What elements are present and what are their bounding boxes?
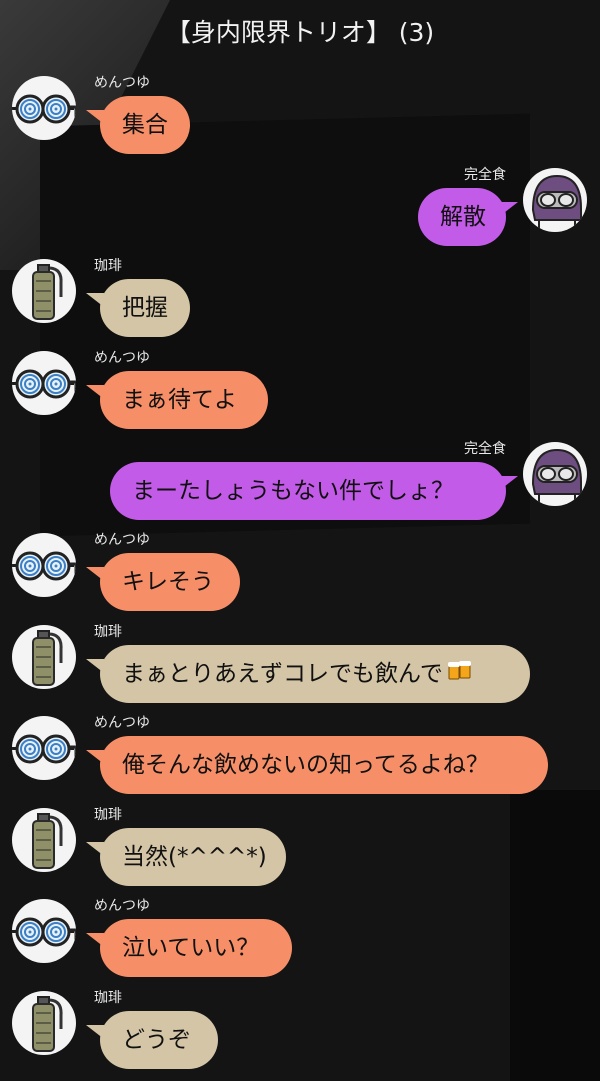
message-bubble[interactable]: 把握 <box>100 279 190 337</box>
message-row: 完全食まーたしょうもない件でしょ？ <box>0 441 600 532</box>
message-row: めんつゆキレそう <box>0 532 600 623</box>
message-row: 珈琲把握 <box>0 258 600 349</box>
message-text: 俺そんな飲めないの知ってるよね？ <box>122 752 489 778</box>
message-bubble[interactable]: まーたしょうもない件でしょ？ <box>110 462 506 520</box>
chat-title: 【身内限界トリオ】 (3) <box>165 18 435 47</box>
message-text: キレそう <box>122 569 214 595</box>
beer-mugs-icon <box>447 646 473 704</box>
sender-name: 完全食 <box>464 441 506 457</box>
sender-name: めんつゆ <box>94 350 150 366</box>
message-text: 把握 <box>122 295 168 321</box>
sender-name: 珈琲 <box>94 807 122 823</box>
message-bubble[interactable]: 解散 <box>418 188 506 246</box>
message-bubble[interactable]: 当然(*^^^*) <box>100 828 286 886</box>
message-row: めんつゆ泣いていい？ <box>0 898 600 989</box>
message-bubble[interactable]: 泣いていい？ <box>100 919 292 977</box>
message-text: 泣いていい？ <box>122 935 260 961</box>
goggle-helmet-icon[interactable] <box>523 168 587 232</box>
message-bubble[interactable]: まぁとりあえずコレでも飲んで <box>100 645 530 703</box>
sender-name: めんつゆ <box>94 898 150 914</box>
sender-name: めんつゆ <box>94 715 150 731</box>
message-row: 完全食解散 <box>0 167 600 258</box>
message-row: めんつゆ集合 <box>0 75 600 166</box>
message-text: まぁ待てよ <box>122 387 237 413</box>
message-bubble[interactable]: 俺そんな飲めないの知ってるよね？ <box>100 736 548 794</box>
goggle-helmet-icon[interactable] <box>523 442 587 506</box>
grenade-bottle-icon[interactable] <box>12 259 76 323</box>
swirl-glasses-icon[interactable] <box>12 533 76 597</box>
message-row: めんつゆまぁ待てよ <box>0 350 600 441</box>
message-bubble[interactable]: どうぞ <box>100 1011 218 1069</box>
sender-name: 完全食 <box>464 167 506 183</box>
message-row: めんつゆ俺そんな飲めないの知ってるよね？ <box>0 715 600 806</box>
grenade-bottle-icon[interactable] <box>12 808 76 872</box>
message-bubble[interactable]: 集合 <box>100 96 190 154</box>
swirl-glasses-icon[interactable] <box>12 76 76 140</box>
grenade-bottle-icon[interactable] <box>12 991 76 1055</box>
message-text: まぁとりあえずコレでも飲んで <box>122 661 443 687</box>
message-text: どうぞ <box>122 1027 191 1053</box>
message-bubble[interactable]: まぁ待てよ <box>100 371 268 429</box>
message-row: 珈琲どうぞ <box>0 990 600 1081</box>
message-text: まーたしょうもない件でしょ？ <box>132 478 454 504</box>
message-text: 集合 <box>122 112 168 138</box>
swirl-glasses-icon[interactable] <box>12 351 76 415</box>
message-row: 珈琲当然(*^^^*) <box>0 807 600 898</box>
sender-name: めんつゆ <box>94 75 150 91</box>
swirl-glasses-icon[interactable] <box>12 716 76 780</box>
sender-name: 珈琲 <box>94 990 122 1006</box>
swirl-glasses-icon[interactable] <box>12 899 76 963</box>
message-text: 当然(*^^^*) <box>122 844 267 870</box>
message-row: 珈琲まぁとりあえずコレでも飲んで <box>0 624 600 715</box>
sender-name: めんつゆ <box>94 532 150 548</box>
message-text: 解散 <box>440 204 486 230</box>
sender-name: 珈琲 <box>94 624 122 640</box>
grenade-bottle-icon[interactable] <box>12 625 76 689</box>
sender-name: 珈琲 <box>94 258 122 274</box>
message-bubble[interactable]: キレそう <box>100 553 240 611</box>
